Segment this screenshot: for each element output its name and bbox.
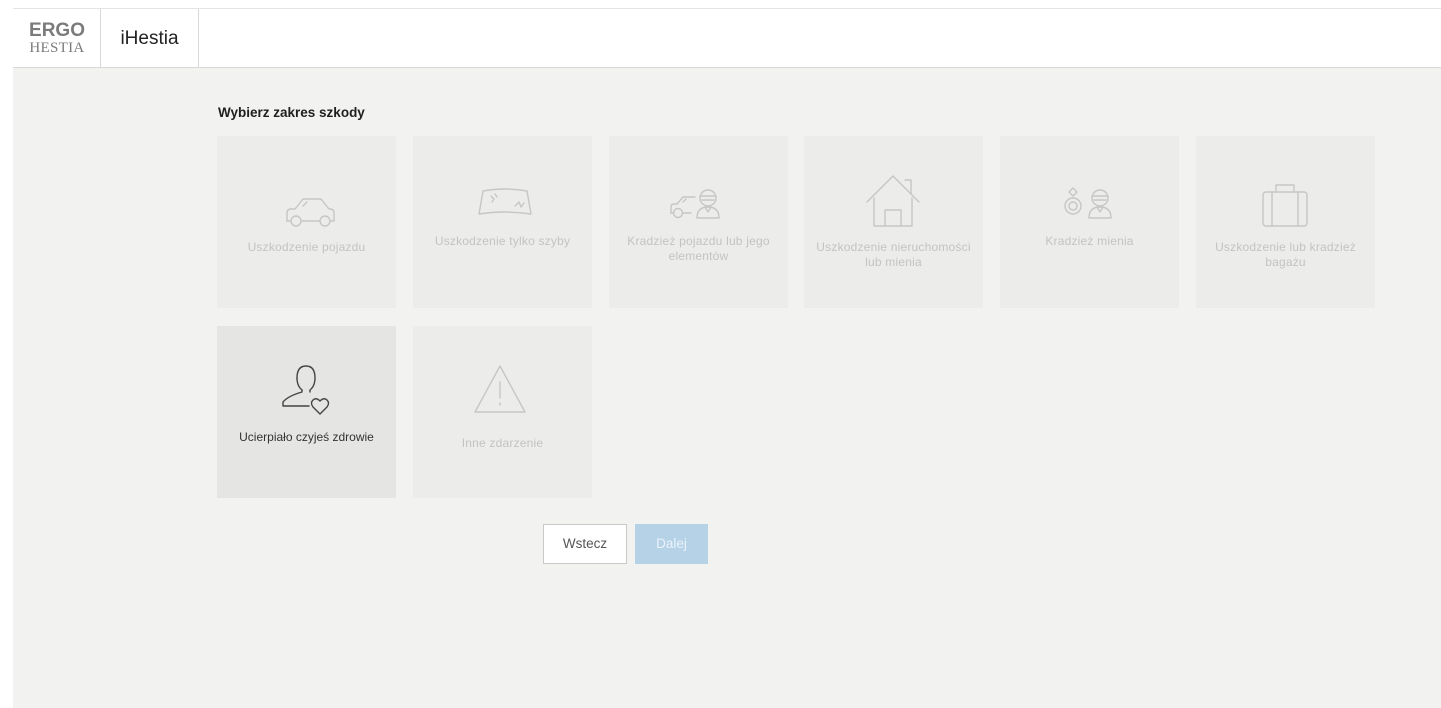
logo-hestia-text: HESTIA [29,40,85,56]
back-button[interactable]: Wstecz [543,524,627,564]
app-window: ERGO HESTIA iHestia Wybierz zakres szkod… [13,8,1441,708]
app-name[interactable]: iHestia [101,9,199,68]
car-thief-icon [670,189,720,219]
warning-icon [474,365,526,413]
tile-other[interactable]: Inne zdarzenie [413,326,592,498]
ergo-hestia-logo[interactable]: ERGO HESTIA [13,9,101,68]
tile-label: Uszkodzenie pojazdu [247,240,366,254]
tile-label: Uszkodzenie tylko szyby [434,234,571,248]
logo-ergo-text: ERGO [29,20,85,41]
tile-label: Uszkodzenie nieruchomości lub mienia [816,240,971,269]
tile-vehicle-damage[interactable]: Uszkodzenie pojazdu [217,136,396,308]
tile-label: Ucierpiało czyjeś zdrowie [239,430,374,444]
tile-health[interactable]: Ucierpiało czyjeś zdrowie [217,326,396,498]
tile-label: Kradzież mienia [1045,234,1134,248]
tile-property-damage[interactable]: Uszkodzenie nieruchomości lub mienia [804,136,983,308]
tile-label: Inne zdarzenie [461,436,544,450]
top-bar: ERGO HESTIA iHestia [13,8,1441,68]
tile-glass-damage[interactable]: Uszkodzenie tylko szyby [413,136,592,308]
next-button[interactable]: Dalej [635,524,708,564]
tile-property-theft[interactable]: Kradzież mienia [1000,136,1179,308]
house-icon [866,175,920,227]
person-heart-icon [282,365,330,415]
page-title: Wybierz zakres szkody [218,105,365,120]
car-icon [286,198,335,227]
tile-label: Uszkodzenie lub kradzież bagażu [1215,240,1356,269]
tile-luggage[interactable]: Uszkodzenie lub kradzież bagażu [1196,136,1375,308]
suitcase-icon [1262,184,1308,227]
windshield-icon [478,188,532,215]
tile-label: Kradzież pojazdu lub jego elementów [627,234,770,263]
ring-thief-icon [1064,187,1112,219]
tile-vehicle-theft[interactable]: Kradzież pojazdu lub jego elementów [609,136,788,308]
